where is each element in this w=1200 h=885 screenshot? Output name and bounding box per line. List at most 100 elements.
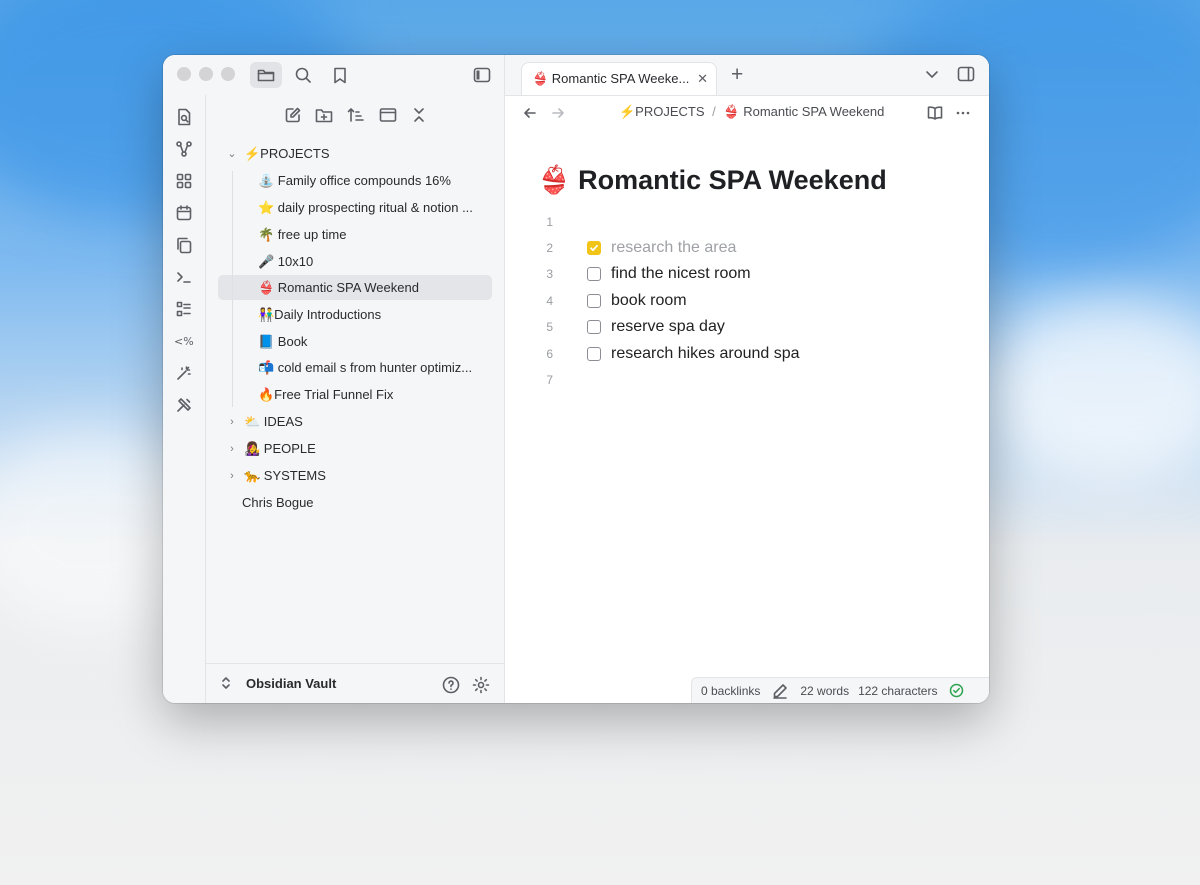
graph-icon bbox=[176, 141, 192, 157]
vault-switcher[interactable]: Obsidian Vault bbox=[220, 675, 336, 691]
task-text[interactable]: research hikes around spa bbox=[611, 345, 800, 363]
line-number: 5 bbox=[546, 320, 553, 334]
view-header: ⚡PROJECTS / 👙 Romantic SPA Weekend bbox=[505, 95, 989, 131]
file-item[interactable]: 👫Daily Introductions bbox=[218, 302, 492, 327]
task-text[interactable]: book room bbox=[611, 292, 687, 310]
file-item[interactable]: ⛲ Family office compounds 16% bbox=[218, 168, 492, 193]
close-window-button[interactable] bbox=[177, 67, 191, 81]
task-checkbox[interactable] bbox=[587, 347, 601, 361]
forward-button[interactable] bbox=[551, 106, 565, 125]
daily-note-button[interactable] bbox=[172, 201, 196, 225]
canvas-button[interactable] bbox=[172, 169, 196, 193]
tab-bar: 👙 Romantic SPA Weeke... ✕ + bbox=[505, 55, 989, 96]
task-checkbox[interactable] bbox=[587, 267, 601, 281]
folder-projects[interactable]: ⌄ ⚡PROJECTS bbox=[224, 141, 494, 166]
reading-view-button[interactable] bbox=[927, 105, 943, 126]
chevron-right-icon: › bbox=[230, 442, 234, 455]
new-tab-button[interactable]: + bbox=[731, 63, 743, 87]
task-checkbox[interactable] bbox=[587, 294, 601, 308]
bookmark-icon bbox=[334, 67, 346, 83]
quick-switcher-button[interactable] bbox=[172, 105, 196, 129]
file-item[interactable]: ⭐ daily prospecting ritual & notion ... bbox=[218, 195, 492, 220]
folder-people[interactable]: › 👩‍🎤 PEOPLE bbox=[224, 436, 494, 461]
line-number: 1 bbox=[546, 215, 553, 229]
wand-icon bbox=[177, 366, 191, 380]
auto-reveal-button[interactable] bbox=[375, 103, 401, 127]
folder-label: 👩‍🎤 PEOPLE bbox=[244, 440, 316, 456]
folder-systems[interactable]: › 🐆 SYSTEMS bbox=[224, 463, 494, 488]
minimize-window-button[interactable] bbox=[199, 67, 213, 81]
search-tab-button[interactable] bbox=[287, 62, 319, 88]
chevron-right-icon: › bbox=[230, 469, 234, 482]
back-button[interactable] bbox=[523, 106, 537, 125]
collapse-all-button[interactable] bbox=[406, 103, 432, 127]
pencil-icon[interactable] bbox=[772, 683, 788, 699]
file-label: 👙 Romantic SPA Weekend bbox=[258, 279, 419, 295]
folder-label: ⛅ IDEAS bbox=[244, 413, 303, 429]
sort-button[interactable] bbox=[343, 103, 369, 127]
folder-label: 🐆 SYSTEMS bbox=[244, 467, 326, 483]
tab-list-button[interactable] bbox=[925, 67, 939, 86]
bookmarks-tab-button[interactable] bbox=[324, 62, 356, 88]
chevron-right-icon: › bbox=[230, 415, 234, 428]
toggle-right-sidebar-button[interactable] bbox=[957, 66, 975, 87]
toggle-left-sidebar-button[interactable] bbox=[466, 62, 498, 88]
chevron-down-icon bbox=[926, 71, 938, 78]
settings-button[interactable] bbox=[472, 676, 490, 699]
sync-check-icon[interactable] bbox=[949, 683, 964, 698]
task-checkbox[interactable] bbox=[587, 320, 601, 334]
task-checkbox-checked[interactable] bbox=[587, 241, 601, 255]
graph-view-button[interactable] bbox=[172, 137, 196, 161]
file-item[interactable]: 📘 Book bbox=[218, 329, 492, 354]
more-options-button[interactable] bbox=[955, 105, 971, 126]
tab-title: 👙 Romantic SPA Weeke... bbox=[532, 71, 690, 86]
file-label: 📬 cold email s from hunter optimiz... bbox=[258, 359, 473, 375]
new-note-button[interactable] bbox=[280, 103, 306, 127]
left-sidebar: <% ⌄ ⚡PROJECTS ⛲ Family office compounds… bbox=[163, 55, 505, 703]
note-title[interactable]: 👙 Romantic SPA Weekend bbox=[537, 164, 887, 196]
outline-button[interactable] bbox=[172, 297, 196, 321]
word-count: 22 words bbox=[800, 683, 850, 698]
file-label: 📘 Book bbox=[258, 333, 308, 349]
task-text[interactable]: research the area bbox=[611, 239, 736, 257]
file-item-root[interactable]: Chris Bogue bbox=[224, 490, 494, 515]
line-number: 4 bbox=[546, 294, 553, 308]
terminal-icon bbox=[177, 272, 191, 283]
explorer-toolbar bbox=[206, 101, 504, 129]
sky-cloud bbox=[980, 300, 1200, 480]
file-item[interactable]: 🌴 free up time bbox=[218, 222, 492, 247]
files-tab-button[interactable] bbox=[250, 62, 282, 88]
window-icon bbox=[379, 108, 397, 122]
folder-ideas[interactable]: › ⛅ IDEAS bbox=[224, 409, 494, 434]
chevrons-up-down-icon bbox=[222, 677, 230, 689]
file-label: Chris Bogue bbox=[242, 495, 314, 510]
file-label: ⛲ Family office compounds 16% bbox=[258, 172, 451, 188]
help-button[interactable] bbox=[442, 676, 460, 699]
vault-switcher-bar: Obsidian Vault bbox=[206, 663, 504, 703]
templates-button[interactable] bbox=[172, 233, 196, 257]
file-item[interactable]: 🎤 10x10 bbox=[218, 249, 492, 274]
character-count: 122 characters bbox=[858, 683, 938, 698]
new-folder-button[interactable] bbox=[311, 103, 337, 127]
task-text[interactable]: find the nicest room bbox=[611, 265, 751, 283]
task-text[interactable]: reserve spa day bbox=[611, 318, 725, 336]
command-palette-button[interactable] bbox=[172, 265, 196, 289]
layout-grid-icon bbox=[176, 173, 192, 189]
file-item-active[interactable]: 👙 Romantic SPA Weekend bbox=[218, 275, 492, 300]
tools-button[interactable] bbox=[172, 393, 196, 417]
templater-button[interactable]: <% bbox=[172, 329, 196, 353]
tab-romantic-spa-weekend[interactable]: 👙 Romantic SPA Weeke... ✕ bbox=[521, 62, 717, 95]
file-item[interactable]: 🔥Free Trial Funnel Fix bbox=[218, 382, 492, 407]
chevron-down-icon: ⌄ bbox=[227, 148, 237, 160]
line-number: 7 bbox=[546, 373, 553, 387]
file-item[interactable]: 📬 cold email s from hunter optimiz... bbox=[218, 355, 492, 380]
magic-wand-button[interactable] bbox=[172, 361, 196, 385]
breadcrumb-note[interactable]: 👙 Romantic SPA Weekend bbox=[723, 104, 884, 119]
gear-icon bbox=[472, 676, 490, 694]
check-icon bbox=[590, 244, 598, 252]
task-item: research the area bbox=[587, 237, 736, 259]
zoom-window-button[interactable] bbox=[221, 67, 235, 81]
breadcrumb-folder[interactable]: ⚡PROJECTS bbox=[619, 104, 705, 119]
close-icon[interactable]: ✕ bbox=[697, 71, 708, 87]
backlinks-count[interactable]: 0 backlinks bbox=[701, 684, 760, 698]
